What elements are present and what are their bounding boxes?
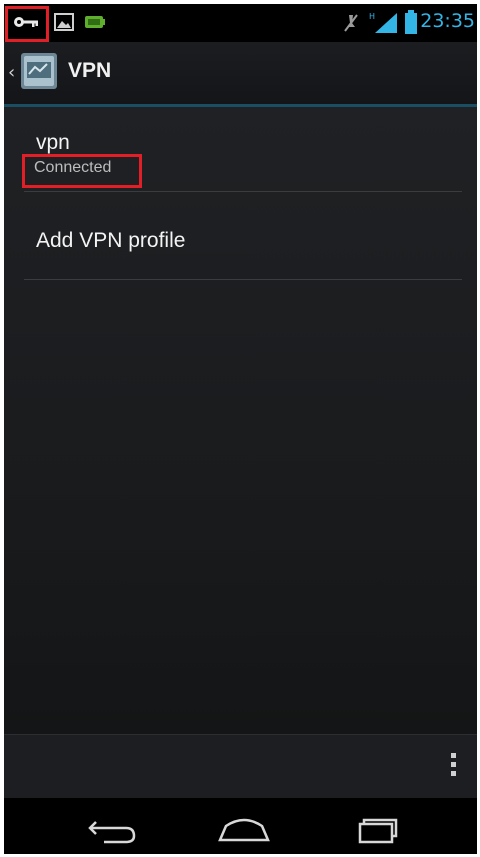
add-vpn-profile-label: Add VPN profile [36,229,186,252]
back-icon[interactable] [82,808,142,848]
svg-text:H: H [369,12,375,21]
split-action-bar [4,734,477,798]
page-title: VPN [68,59,112,82]
signal-icon: H [369,12,397,33]
vpn-settings-icon[interactable] [20,52,58,90]
vpn-list: vpn Connected Add VPN profile [4,107,477,734]
vpn-status-text: Connected [34,159,112,176]
vpn-profile-name: vpn [36,131,70,154]
navigation-bar [4,798,477,854]
image-notification-icon [54,13,74,31]
status-clock: 23:35 [420,10,475,32]
vpn-key-icon [14,17,38,27]
list-divider [24,279,462,280]
battery-notification-icon [85,16,105,28]
phone-screen: H 23:35 ‹ VPN vpn Connected Add VPN prof… [4,4,477,854]
list-divider [24,191,462,192]
mute-icon [344,14,358,32]
overflow-menu-icon[interactable] [447,749,459,785]
home-icon[interactable] [214,808,274,848]
status-bar: H 23:35 [4,4,477,42]
vpn-profile-item[interactable]: vpn Connected [4,117,477,197]
action-bar[interactable]: ‹ VPN [4,42,477,104]
battery-icon [405,10,417,34]
recent-apps-icon[interactable] [348,808,408,848]
add-vpn-profile-item[interactable]: Add VPN profile [4,197,477,285]
up-chevron-icon[interactable]: ‹ [8,62,15,83]
